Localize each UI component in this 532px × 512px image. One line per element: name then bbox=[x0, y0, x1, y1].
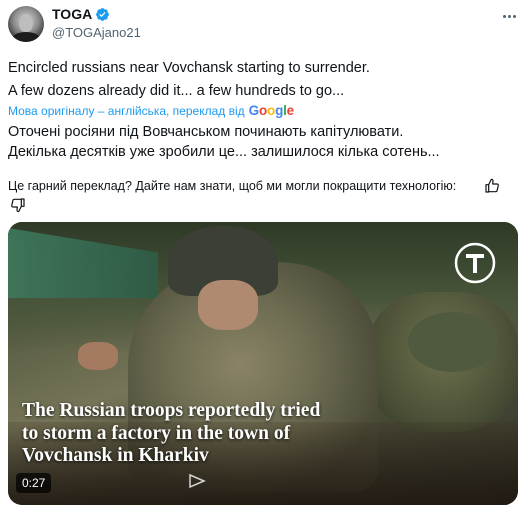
video-caption-line: to storm a factory in the town of bbox=[22, 422, 291, 444]
author-handle[interactable]: @TOGAjano21 bbox=[52, 25, 141, 40]
publisher-logo-icon bbox=[454, 242, 496, 284]
video-caption-line: The Russian troops reportedly tried bbox=[22, 400, 321, 421]
author-display-name[interactable]: TOGA bbox=[52, 6, 92, 22]
video-face bbox=[198, 280, 258, 330]
avatar[interactable] bbox=[8, 6, 44, 42]
google-logo: Google bbox=[248, 103, 295, 118]
post-text-line: Encircled russians near Vovchansk starti… bbox=[8, 60, 370, 76]
translation-source-label: Мова оригіналу – англійська, переклад ві… bbox=[8, 103, 245, 118]
video-hand bbox=[78, 342, 118, 370]
author-name-row: TOGA bbox=[52, 6, 110, 22]
video-duration-badge: 0:27 bbox=[16, 473, 52, 493]
more-icon-dot bbox=[507, 14, 511, 18]
video-caption: The Russian troops reportedly tried to s… bbox=[22, 400, 422, 468]
translated-text-line: Декілька десятків уже зробили це... зали… bbox=[8, 144, 440, 160]
translation-source-link[interactable]: Мова оригіналу – англійська, переклад ві… bbox=[8, 103, 294, 118]
video-helmet-right bbox=[408, 312, 498, 372]
avatar-shoulders bbox=[12, 32, 40, 42]
verified-badge-icon bbox=[96, 7, 110, 21]
translation-feedback-prompt: Це гарний переклад? Дайте нам знати, щоб… bbox=[8, 179, 457, 193]
tweet: TOGA @TOGAjano21 Encircled russians near… bbox=[0, 0, 532, 512]
thumbs-up-icon[interactable] bbox=[484, 178, 500, 194]
thumbs-down-icon[interactable] bbox=[10, 197, 26, 213]
more-icon-dot bbox=[512, 14, 516, 18]
watermark-icon bbox=[189, 473, 206, 489]
avatar-face bbox=[19, 14, 33, 32]
video-player[interactable]: The Russian troops reportedly tried to s… bbox=[8, 222, 518, 505]
more-icon-dot bbox=[502, 14, 506, 18]
post-text-line: A few dozens already did it... a few hun… bbox=[8, 83, 345, 99]
more-icon[interactable] bbox=[498, 8, 520, 24]
translated-text-line: Оточені росіяни під Вовчанськом починают… bbox=[8, 124, 404, 140]
video-caption-line: Vovchansk in Kharkiv bbox=[22, 445, 209, 466]
